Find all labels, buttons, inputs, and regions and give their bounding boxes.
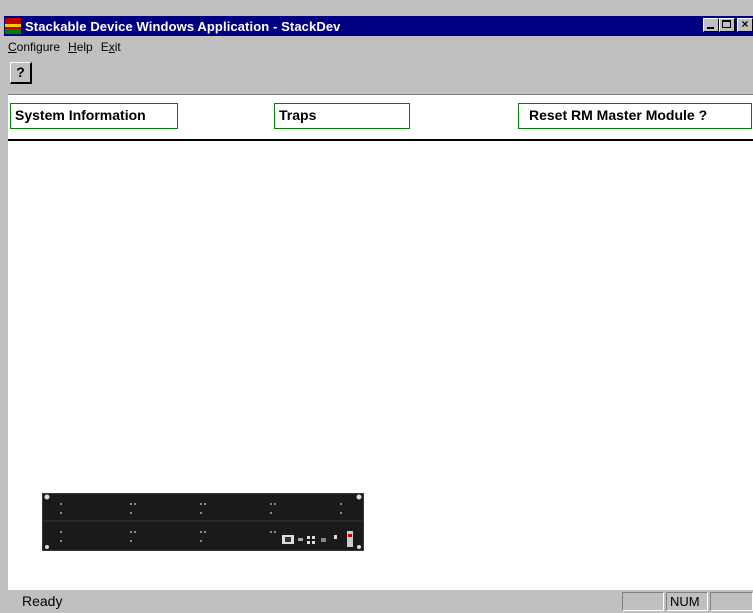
status-text: Ready — [22, 593, 63, 609]
menu-help[interactable]: Help — [64, 38, 97, 58]
reset-rm-master-button[interactable]: Reset RM Master Module ? — [518, 103, 752, 129]
app-icon[interactable] — [5, 18, 21, 34]
help-button[interactable]: ? — [10, 62, 32, 84]
menu-exit[interactable]: Exit — [97, 38, 125, 58]
status-bar: Ready NUM — [8, 590, 753, 613]
menu-bar: Configure Help Exit — [4, 38, 125, 58]
toolbar: ? — [10, 62, 32, 84]
app-window: Stackable Device Windows Application - S… — [0, 0, 753, 613]
title-bar[interactable]: Stackable Device Windows Application - S… — [4, 16, 753, 36]
help-icon: ? — [16, 64, 25, 80]
window-controls: × — [703, 18, 753, 32]
status-indicator-3 — [710, 592, 753, 611]
action-panel: System Information Traps Reset RM Master… — [8, 95, 753, 141]
minimize-button[interactable] — [703, 18, 719, 32]
window-title: Stackable Device Windows Application - S… — [25, 18, 341, 34]
maximize-button[interactable] — [719, 18, 735, 32]
system-information-button[interactable]: System Information — [10, 103, 178, 129]
close-button[interactable]: × — [737, 18, 753, 32]
status-indicator-1 — [622, 592, 664, 611]
stackable-chassis-image[interactable] — [42, 493, 364, 551]
menu-configure[interactable]: Configure — [4, 38, 64, 58]
client-area: System Information Traps Reset RM Master… — [8, 94, 753, 590]
traps-button[interactable]: Traps — [274, 103, 410, 129]
status-indicator-num: NUM — [666, 592, 708, 611]
